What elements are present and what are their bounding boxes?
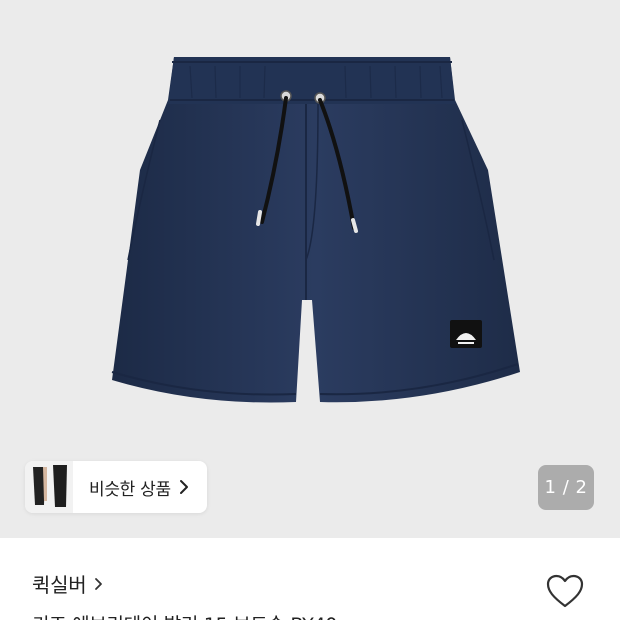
chevron-right-icon — [179, 479, 189, 495]
image-page-counter: 1 / 2 — [538, 465, 594, 510]
brand-link[interactable]: 퀵실버 — [32, 569, 103, 598]
product-title: 키즈 에브리데이 발리 15 보드숏 BY40 — [32, 610, 337, 620]
brand-name: 퀵실버 — [32, 573, 87, 597]
product-image-gallery[interactable]: 비슷한 상품 1 / 2 — [0, 0, 620, 538]
page-current: 1 — [544, 477, 557, 498]
similar-items-button[interactable]: 비슷한 상품 — [25, 461, 207, 513]
chevron-right-icon — [94, 577, 103, 591]
product-info: 퀵실버 키즈 에브리데이 발리 15 보드숏 BY40 — [0, 538, 620, 620]
heart-outline-icon — [546, 574, 584, 608]
similar-item-thumbnail — [25, 461, 73, 513]
similar-items-label: 비슷한 상품 — [89, 479, 171, 500]
page-total: 2 — [575, 477, 588, 498]
page-separator: / — [556, 477, 576, 498]
product-image[interactable] — [0, 0, 620, 538]
wishlist-button[interactable] — [543, 571, 587, 611]
